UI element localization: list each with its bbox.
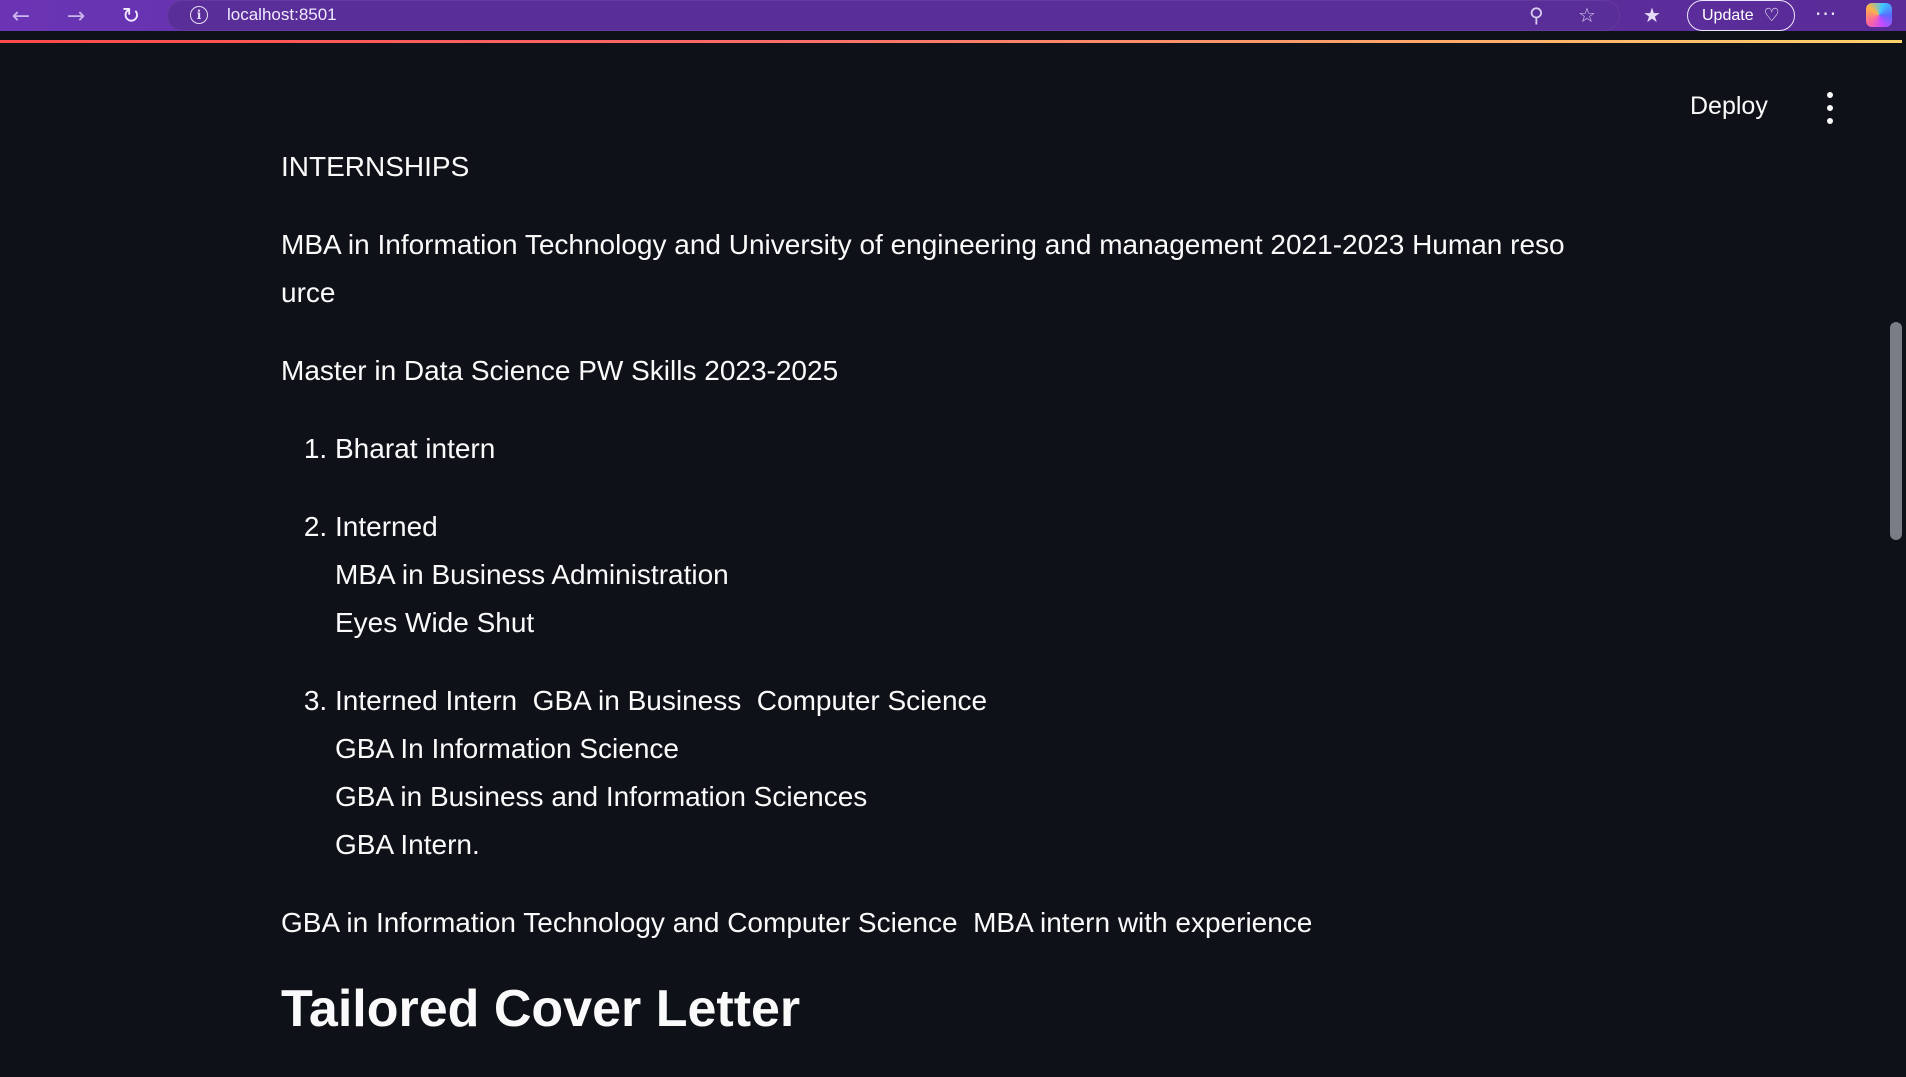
more-options-icon[interactable]: ··· [1815, 2, 1837, 26]
page-title: Tailored Cover Letter [281, 980, 801, 1038]
favorites-icon[interactable]: ★ [1643, 3, 1661, 27]
list-item-line: Eyes Wide Shut [335, 607, 535, 638]
zoom-icon[interactable]: ⚲ [1529, 3, 1544, 27]
list-item-line: Interned Intern GBA in Business Computer… [335, 685, 988, 716]
list-item: Bharat intern [335, 425, 1581, 473]
site-info-icon[interactable]: i [190, 6, 208, 24]
reload-icon[interactable]: ↻ [114, 2, 148, 30]
internship-list: Bharat intern Interned MBA in Business A… [281, 425, 1581, 869]
education-entry: MBA in Information Technology and Univer… [281, 229, 1565, 308]
summary-entry: GBA in Information Technology and Comput… [281, 907, 1313, 938]
list-item-line: Bharat intern [335, 433, 496, 464]
list-item-line: Interned [335, 511, 438, 542]
deploy-button[interactable]: Deploy [1690, 92, 1768, 121]
section-heading: INTERNSHIPS [281, 151, 470, 182]
main-menu-icon[interactable] [1824, 92, 1836, 124]
education-entry: Master in Data Science PW Skills 2023-20… [281, 355, 839, 386]
app-top-decoration [0, 40, 1902, 43]
favorite-star-icon[interactable]: ☆ [1578, 3, 1596, 27]
update-button[interactable]: Update ♡ [1687, 0, 1795, 31]
address-bar[interactable]: i localhost:8501 ⚲ ☆ [167, 0, 1620, 31]
list-item-line: MBA in Business Administration [335, 559, 729, 590]
scrollbar-track[interactable] [1888, 43, 1906, 1077]
list-item: Interned Intern GBA in Business Computer… [335, 677, 1581, 869]
list-item-line: GBA in Business and Information Sciences [335, 781, 868, 812]
list-item: Interned MBA in Business Administration … [335, 503, 1581, 647]
url-text[interactable]: localhost:8501 [227, 5, 337, 25]
list-item-line: GBA Intern. [335, 829, 480, 860]
main-content: INTERNSHIPS MBA in Information Technolog… [281, 143, 1581, 1041]
forward-icon[interactable]: → [59, 2, 93, 30]
heart-icon: ♡ [1763, 5, 1780, 25]
back-icon[interactable]: ← [4, 2, 38, 30]
browser-toolbar: ← → ↻ i localhost:8501 ⚲ ☆ ★ Update ♡ ··… [0, 0, 1906, 31]
list-item-line: GBA In Information Science [335, 733, 679, 764]
copilot-icon[interactable] [1866, 3, 1892, 27]
scrollbar-thumb[interactable] [1890, 322, 1902, 540]
update-label: Update [1702, 6, 1754, 24]
